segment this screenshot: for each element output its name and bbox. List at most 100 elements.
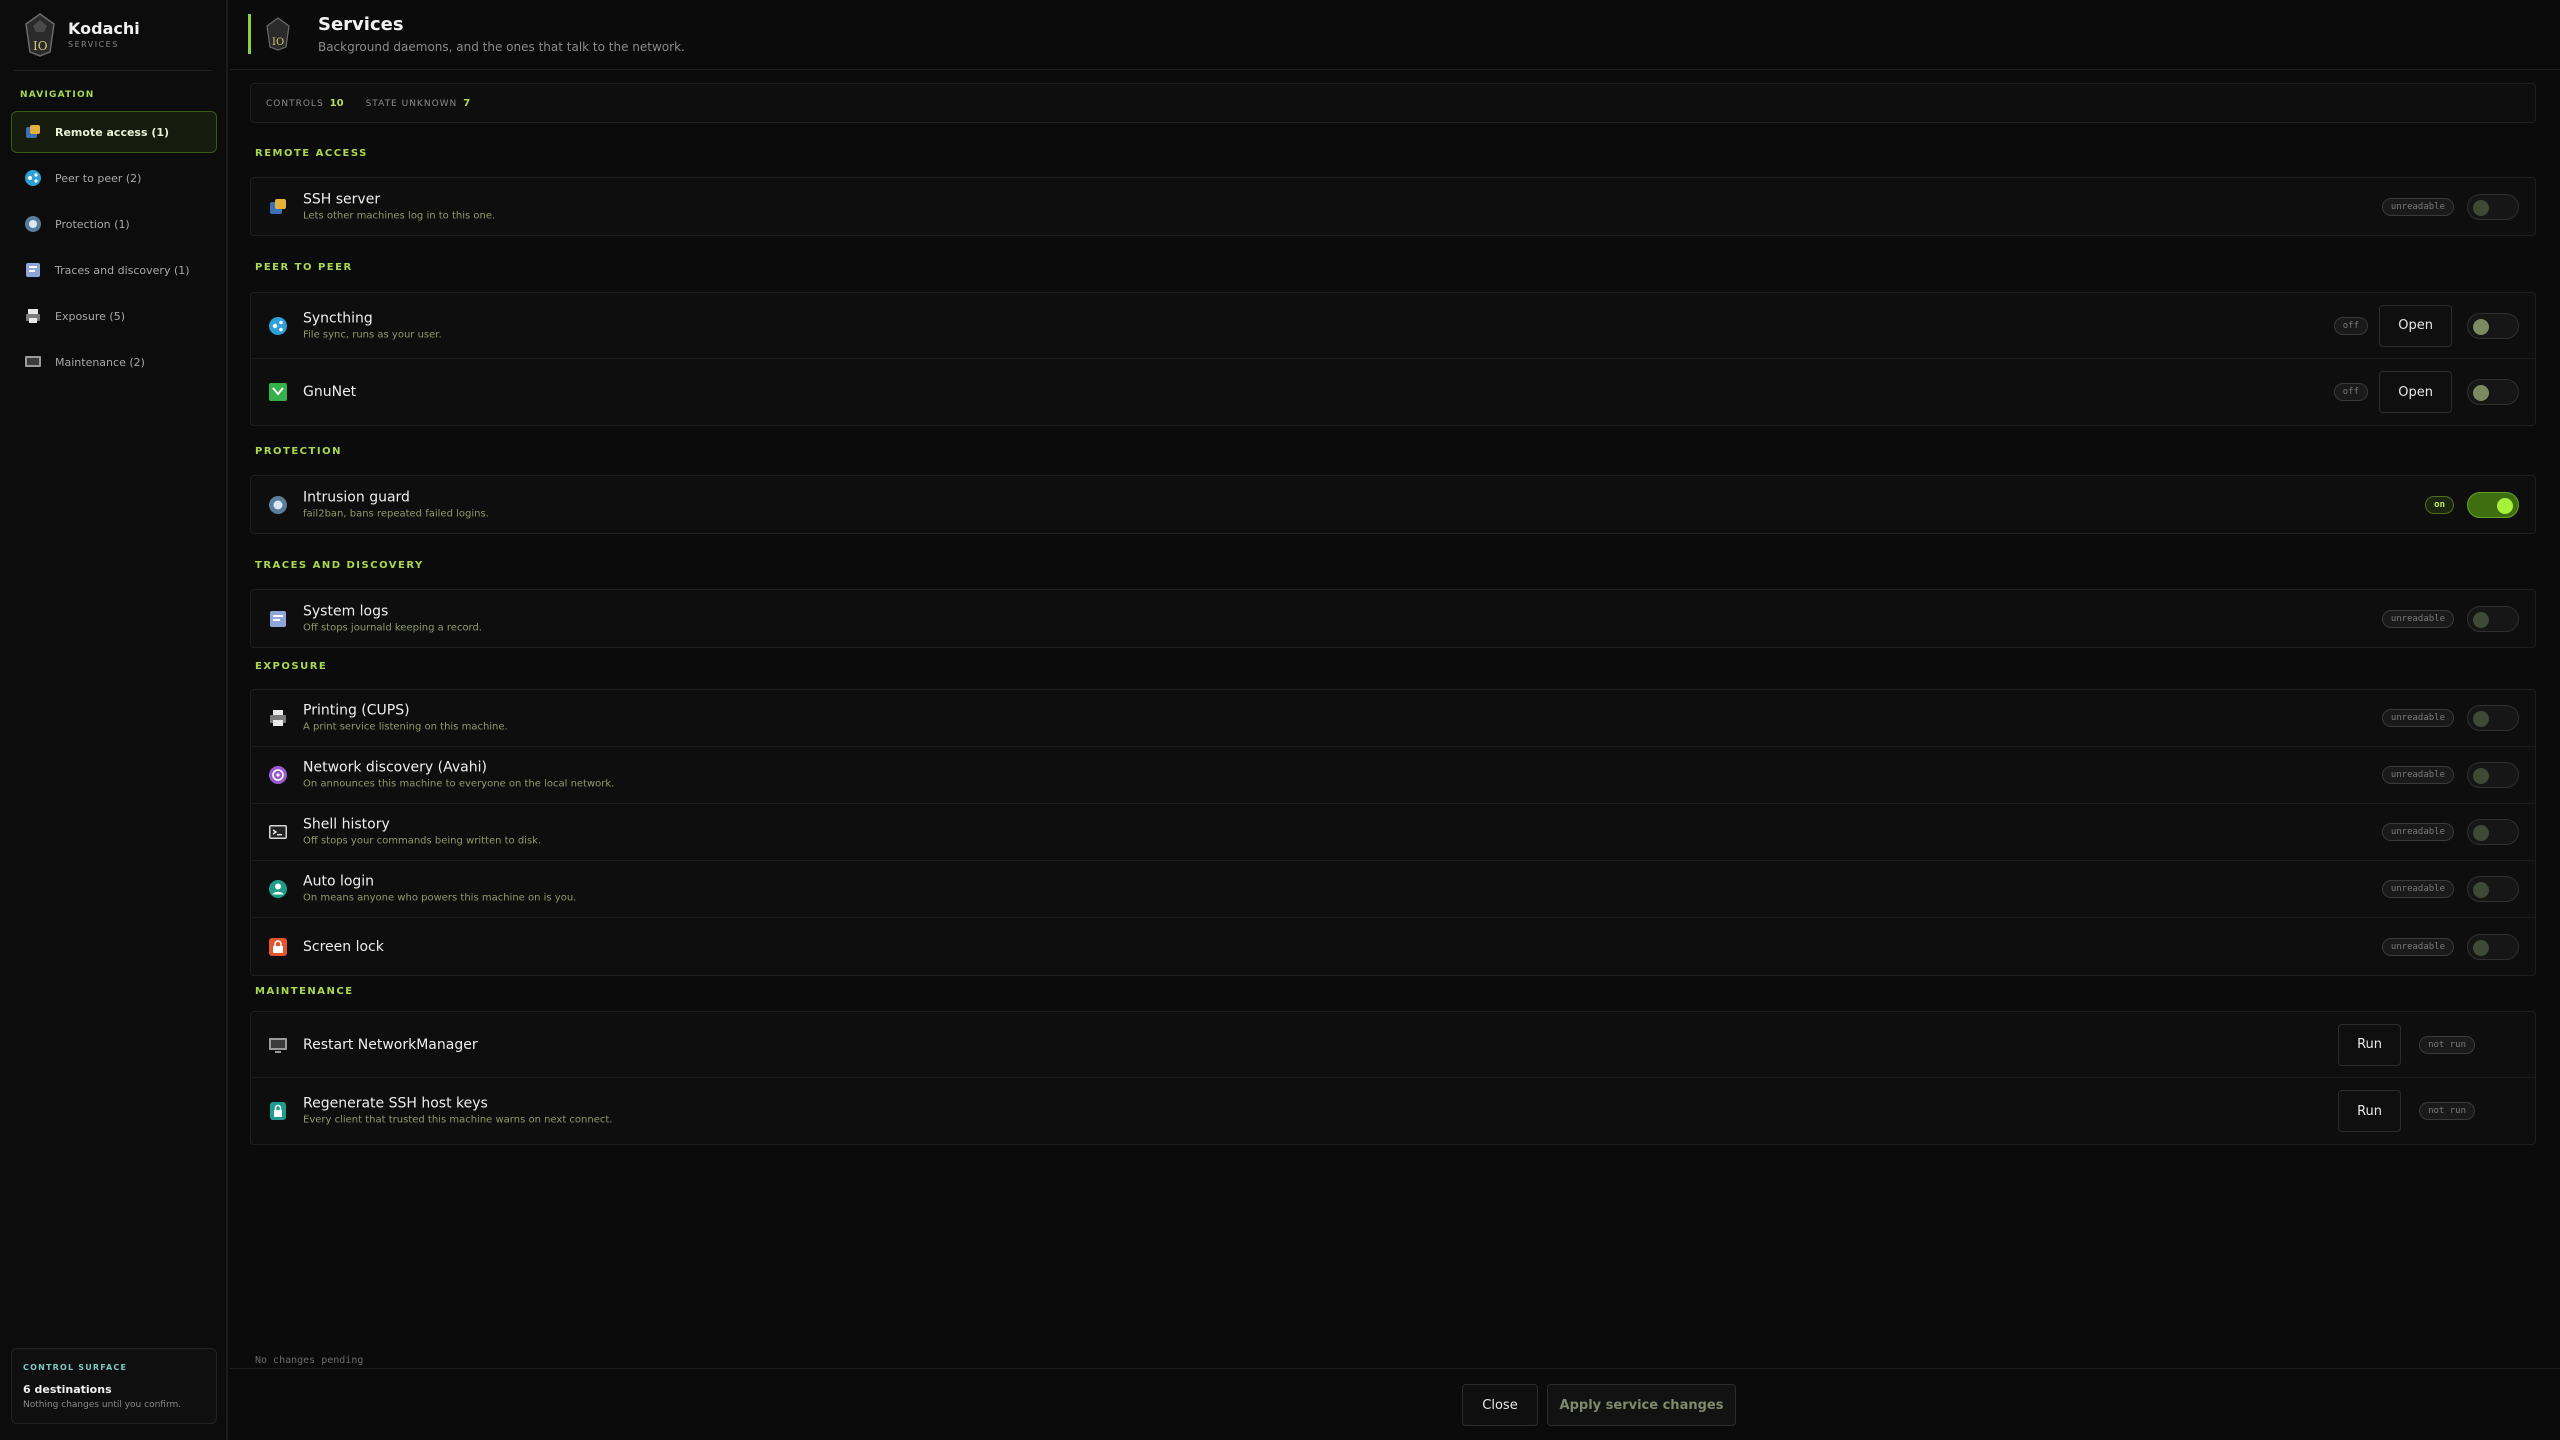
- service-row-auto-login: Auto login On means anyone who powers thi…: [251, 861, 2535, 918]
- close-button[interactable]: Close: [1462, 1384, 1538, 1426]
- auto-login-toggle[interactable]: [2467, 876, 2519, 902]
- service-description: fail2ban, bans repeated failed logins.: [303, 508, 489, 519]
- group-traces: System logs Off stops journald keeping a …: [250, 589, 2536, 648]
- kodachi-logo-icon: IO: [25, 13, 55, 57]
- group-remote-access: SSH server Lets other machines log in to …: [250, 177, 2536, 236]
- status-badge: unreadable: [2381, 609, 2454, 628]
- intrusion-guard-toggle[interactable]: [2467, 491, 2519, 518]
- section-title-maintenance: MAINTENANCE: [255, 986, 354, 997]
- apply-service-changes-button[interactable]: Apply service changes: [1547, 1384, 1736, 1426]
- group-peer-to-peer: Syncthing File sync, runs as your user. o…: [250, 292, 2536, 426]
- service-row-system-logs: System logs Off stops journald keeping a …: [251, 590, 2535, 647]
- screen-lock-toggle[interactable]: [2467, 933, 2519, 960]
- section-title-traces: TRACES AND DISCOVERY: [255, 560, 424, 571]
- task-row-regenerate-ssh-keys: Regenerate SSH host keys Every client tha…: [251, 1078, 2535, 1144]
- service-name: Network discovery (Avahi): [303, 759, 487, 776]
- section-title-peer-to-peer: PEER TO PEER: [255, 262, 353, 273]
- status-badge: unreadable: [2381, 823, 2454, 841]
- control-surface-title: 6 destinations: [23, 1383, 112, 1396]
- service-row-screen-lock: Screen lock unreadable: [251, 918, 2535, 975]
- status-badge: unreadable: [2381, 197, 2454, 216]
- stat-controls: CONTROLS 10: [266, 97, 344, 109]
- pending-status: No changes pending: [255, 1355, 364, 1366]
- service-name: Syncthing: [303, 310, 373, 326]
- sidebar-divider: [14, 70, 212, 71]
- task-name: Regenerate SSH host keys: [303, 1095, 488, 1112]
- sidebar-item-peer-to-peer[interactable]: Peer to peer (2): [11, 157, 217, 199]
- shell-history-toggle[interactable]: [2467, 819, 2519, 845]
- section-title-protection: PROTECTION: [255, 446, 342, 457]
- group-exposure: Printing (CUPS) A print service listening…: [250, 689, 2536, 976]
- service-row-syncthing: Syncthing File sync, runs as your user. o…: [251, 293, 2535, 359]
- logs-icon: [270, 610, 286, 627]
- task-description: Every client that trusted this machine w…: [303, 1114, 613, 1126]
- ssh-icon: [270, 198, 286, 214]
- service-name: Screen lock: [303, 938, 384, 955]
- sidebar-item-label: Remote access (1): [55, 125, 170, 139]
- sidebar-item-label: Exposure (5): [55, 309, 126, 323]
- network-discovery-toggle[interactable]: [2467, 762, 2519, 788]
- control-surface-caption: CONTROL SURFACE: [23, 1363, 128, 1372]
- group-maintenance: Restart NetworkManager Run not run Regen…: [250, 1011, 2536, 1145]
- control-surface-card: CONTROL SURFACE 6 destinations Nothing c…: [11, 1348, 217, 1424]
- service-row-network-discovery: Network discovery (Avahi) On announces th…: [251, 747, 2535, 804]
- kodachi-logo-icon: IO: [266, 17, 290, 51]
- status-badge: off: [2333, 383, 2368, 401]
- stats-bar: CONTROLS 10 STATE UNKNOWN 7: [250, 83, 2536, 123]
- restart-networkmanager-run-button[interactable]: Run: [2338, 1023, 2401, 1066]
- service-description: A print service listening on this machin…: [303, 721, 508, 733]
- section-title-exposure: EXPOSURE: [255, 661, 328, 672]
- service-name: System logs: [303, 603, 389, 619]
- gnunet-toggle[interactable]: [2467, 379, 2519, 405]
- status-badge: unreadable: [2381, 937, 2454, 956]
- footer-bar: Close Apply service changes: [230, 1368, 2560, 1440]
- sidebar: IO Kodachi SERVICES NAVIGATION Remote ac…: [0, 0, 228, 1440]
- sidebar-item-remote-access[interactable]: Remote access (1): [11, 111, 217, 153]
- service-row-intrusion-guard: Intrusion guard fail2ban, bans repeated f…: [251, 476, 2535, 533]
- status-badge: unreadable: [2381, 709, 2454, 727]
- brand: IO Kodachi SERVICES: [20, 12, 140, 58]
- control-surface-note: Nothing changes until you confirm.: [23, 1400, 182, 1410]
- gnunet-icon: [269, 383, 287, 401]
- service-name: Intrusion guard: [303, 489, 410, 505]
- sidebar-item-maintenance[interactable]: Maintenance (2): [11, 341, 217, 383]
- service-description: On means anyone who powers this machine …: [303, 892, 577, 904]
- ssh-icon: [26, 125, 40, 138]
- network-discovery-icon: [269, 766, 287, 784]
- sidebar-item-label: Peer to peer (2): [55, 171, 142, 185]
- section-title-remote-access: REMOTE ACCESS: [255, 148, 368, 159]
- status-badge: not run: [2419, 1035, 2475, 1054]
- ssh-server-toggle[interactable]: [2467, 193, 2519, 220]
- gnunet-open-button[interactable]: Open: [2379, 371, 2452, 413]
- task-row-restart-networkmanager: Restart NetworkManager Run not run: [251, 1012, 2535, 1078]
- status-badge: not run: [2419, 1102, 2475, 1120]
- sidebar-item-exposure[interactable]: Exposure (5): [11, 295, 217, 337]
- status-badge: on: [2425, 495, 2454, 514]
- service-row-shell-history: Shell history Off stops your commands bei…: [251, 804, 2535, 861]
- task-name: Restart NetworkManager: [303, 1036, 478, 1053]
- user-icon: [269, 880, 287, 898]
- app-name: Kodachi: [68, 19, 140, 38]
- sidebar-item-traces[interactable]: Traces and discovery (1): [11, 249, 217, 291]
- app-section: SERVICES: [68, 40, 119, 49]
- sidebar-item-protection[interactable]: Protection (1): [11, 203, 217, 245]
- shield-icon: [25, 216, 41, 232]
- svg-text:IO: IO: [272, 37, 284, 48]
- service-description: File sync, runs as your user.: [303, 329, 442, 340]
- sidebar-item-label: Protection (1): [55, 217, 130, 231]
- shield-icon: [269, 495, 287, 514]
- syncthing-toggle[interactable]: [2467, 312, 2519, 339]
- page-header: IO Services Background daemons, and the …: [230, 0, 2560, 70]
- lock-icon: [269, 937, 287, 956]
- key-lock-icon: [270, 1102, 286, 1120]
- printer-icon: [26, 309, 40, 323]
- syncthing-icon: [269, 316, 287, 335]
- printing-toggle[interactable]: [2467, 705, 2519, 731]
- sidebar-item-label: Traces and discovery (1): [55, 263, 190, 277]
- service-row-ssh-server: SSH server Lets other machines log in to …: [251, 178, 2535, 235]
- header-accent-bar: [248, 14, 251, 54]
- regenerate-ssh-keys-run-button[interactable]: Run: [2338, 1090, 2401, 1132]
- system-logs-toggle[interactable]: [2467, 605, 2519, 632]
- syncthing-open-button[interactable]: Open: [2379, 304, 2452, 347]
- services-content: CONTROLS 10 STATE UNKNOWN 7 REMOTE ACCESS …: [230, 70, 2560, 1364]
